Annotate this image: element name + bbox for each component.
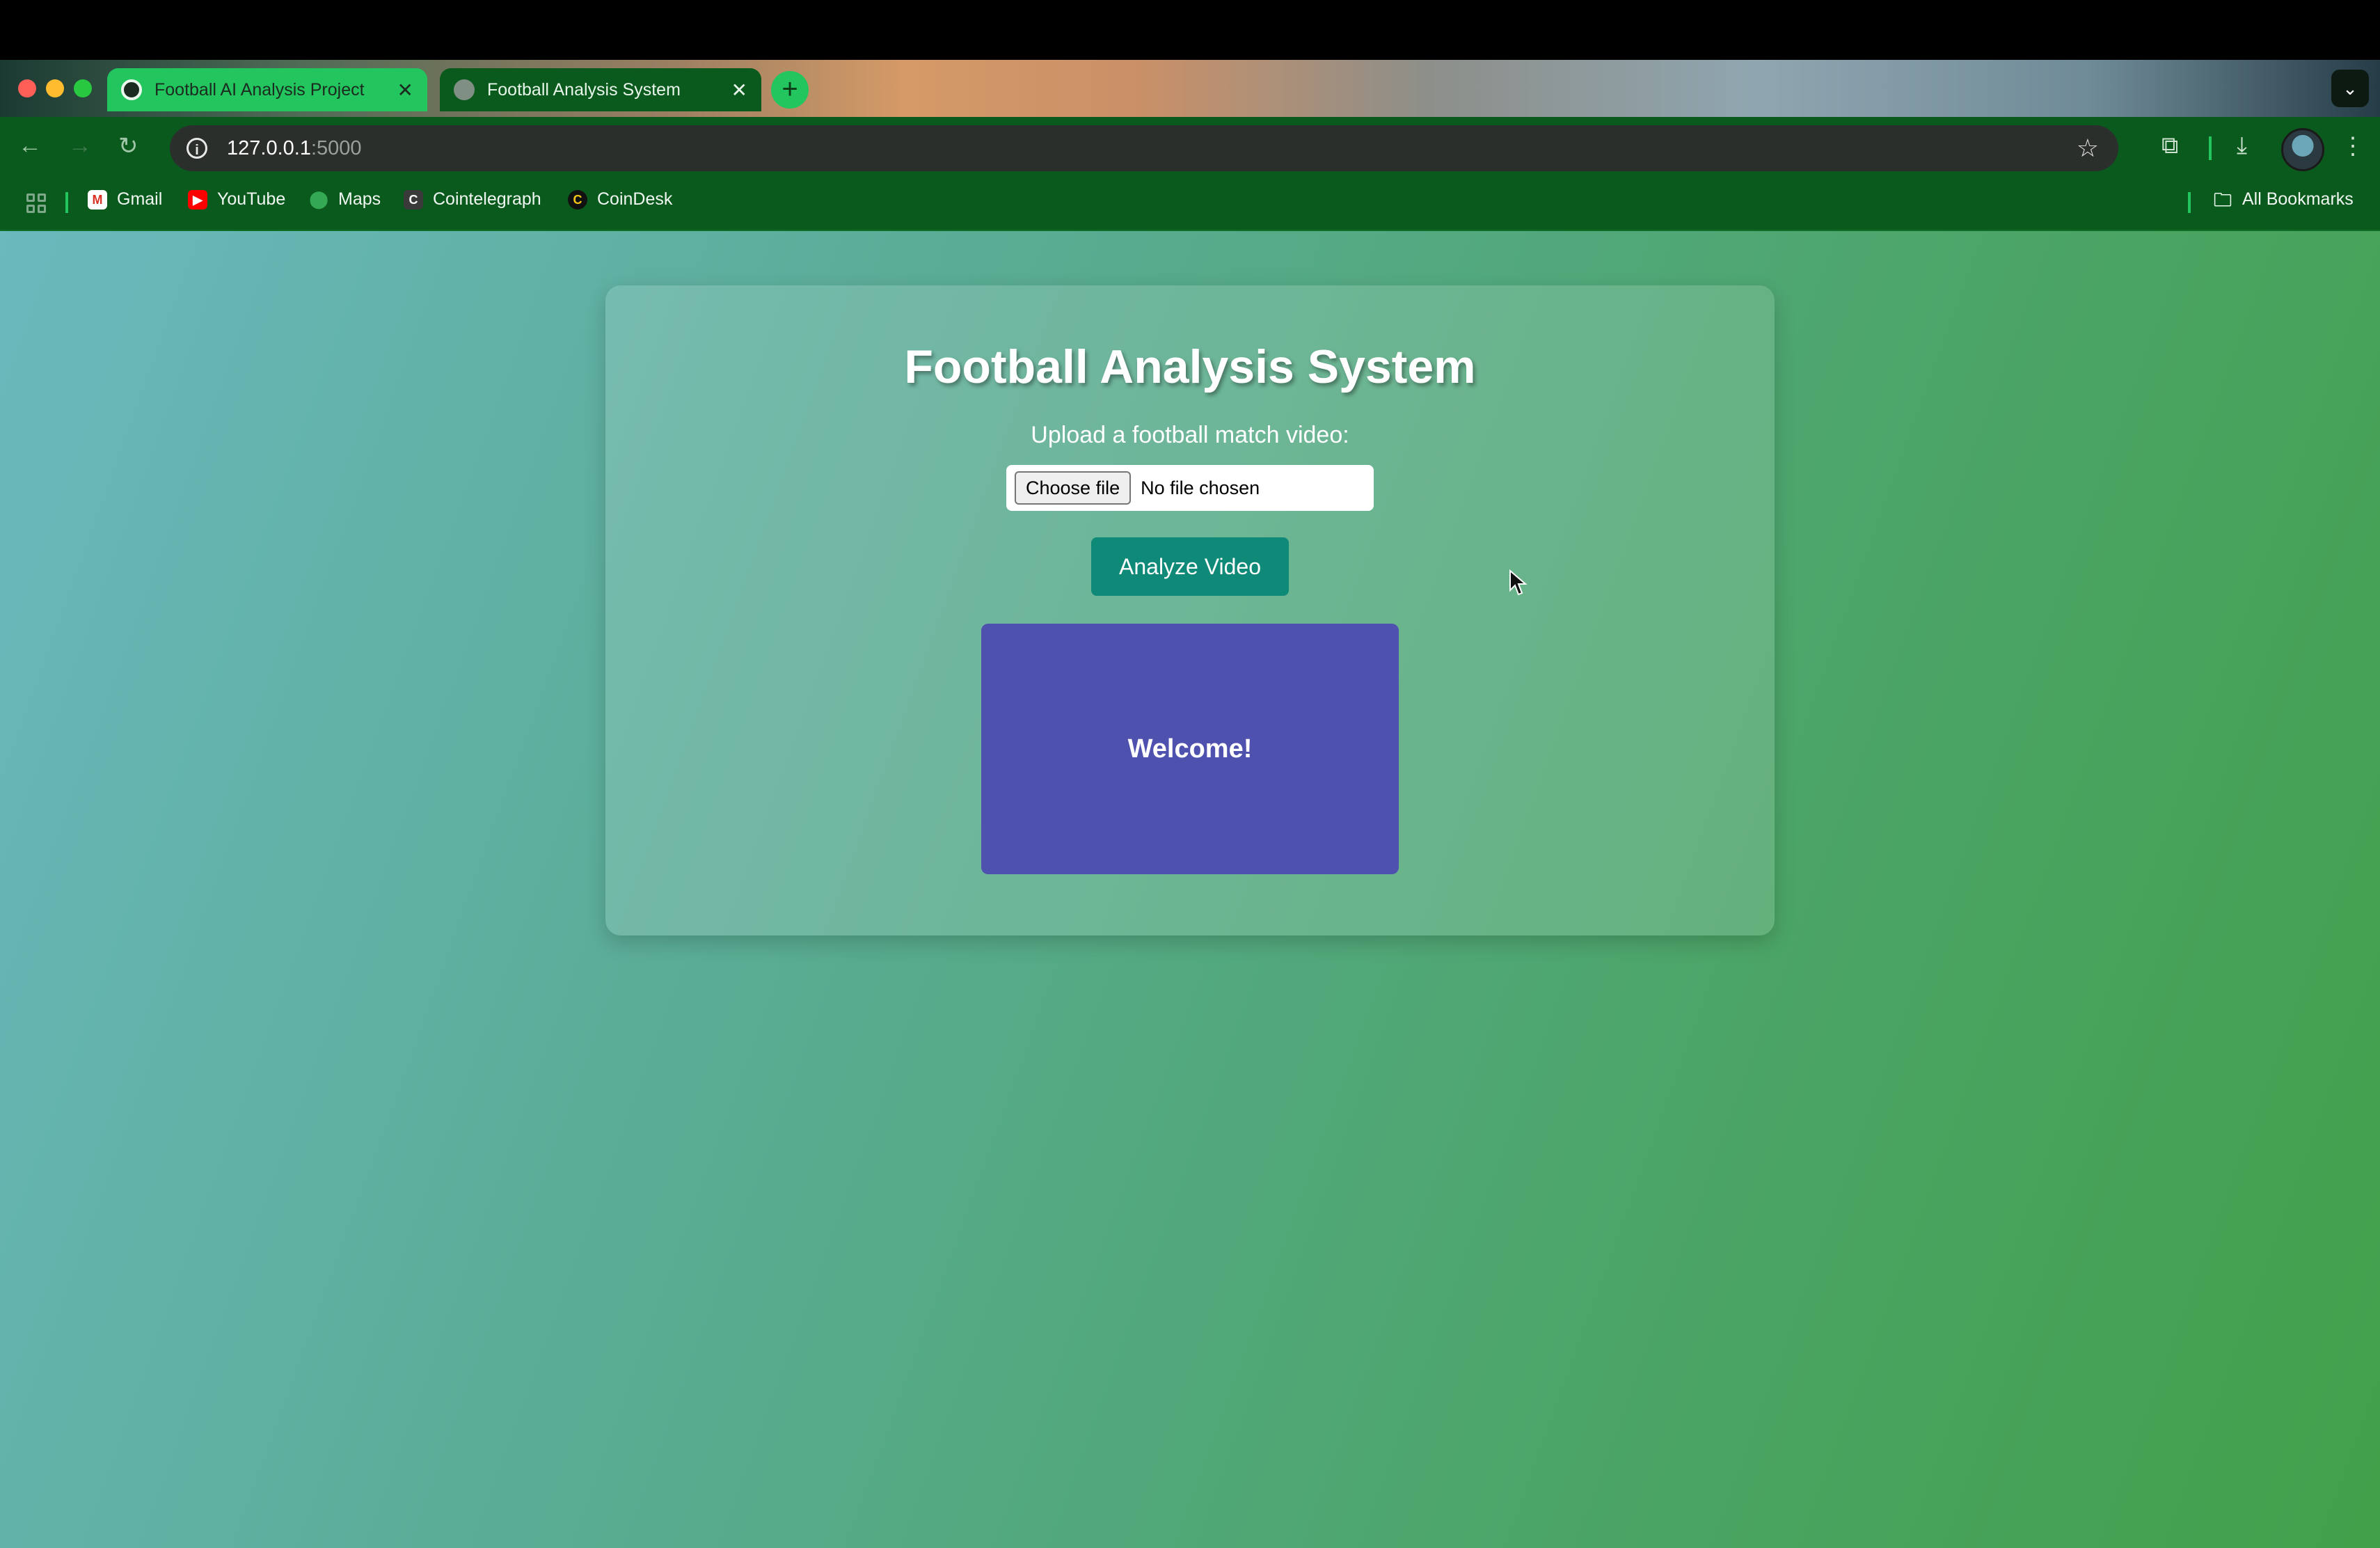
profile-avatar[interactable] bbox=[2281, 128, 2324, 171]
file-status-text: No file chosen bbox=[1141, 477, 1260, 498]
toolbar-divider bbox=[2209, 136, 2212, 160]
bookmark-youtube[interactable]: ▶ YouTube bbox=[188, 189, 285, 210]
upload-label: Upload a football match video: bbox=[1031, 422, 1349, 448]
bookmark-label: Cointelegraph bbox=[433, 189, 541, 209]
cointelegraph-icon: C bbox=[404, 189, 423, 210]
tab-title: Football AI Analysis Project bbox=[154, 79, 365, 100]
welcome-text: Welcome! bbox=[1127, 734, 1253, 764]
url-host: 127.0.0.1 bbox=[227, 136, 311, 159]
bookmark-label: YouTube bbox=[217, 189, 286, 209]
menu-bar-area bbox=[0, 0, 2380, 60]
download-icon[interactable]: ⤓ bbox=[2237, 132, 2247, 159]
welcome-panel: Welcome! bbox=[981, 624, 1399, 874]
all-bookmarks-label: All Bookmarks bbox=[2242, 189, 2354, 209]
reload-icon[interactable]: ↻ bbox=[118, 132, 138, 160]
bookmark-maps[interactable]: ⬤ Maps bbox=[309, 189, 381, 210]
bookmark-cointelegraph[interactable]: C Cointelegraph bbox=[404, 189, 541, 210]
url-port: :5000 bbox=[310, 136, 362, 159]
globe-icon bbox=[454, 79, 475, 100]
coindesk-icon: C bbox=[568, 189, 587, 210]
mouse-cursor-icon bbox=[1509, 569, 1528, 596]
apps-grid-icon[interactable] bbox=[26, 194, 46, 213]
site-info-icon[interactable]: i bbox=[187, 138, 207, 159]
bookmark-label: Gmail bbox=[117, 189, 163, 209]
bookmark-coindesk[interactable]: C CoinDesk bbox=[568, 189, 672, 210]
new-tab-button[interactable]: + bbox=[771, 71, 809, 109]
bookmark-gmail[interactable]: M Gmail bbox=[88, 189, 162, 210]
tab-title: Football Analysis System bbox=[487, 79, 681, 100]
bookmark-label: Maps bbox=[338, 189, 381, 209]
more-menu-icon[interactable]: ⋮ bbox=[2341, 132, 2365, 160]
bookmarks-divider bbox=[65, 192, 68, 213]
tab-football-ai-analysis-project[interactable]: Football AI Analysis Project ✕ bbox=[107, 68, 427, 111]
maximize-window-button[interactable] bbox=[74, 79, 92, 97]
choose-file-button[interactable]: Choose file bbox=[1015, 471, 1132, 505]
tab-football-analysis-system[interactable]: Football Analysis System ✕ bbox=[440, 68, 761, 111]
youtube-icon: ▶ bbox=[188, 189, 207, 210]
tab-search-button[interactable]: ⌄ bbox=[2331, 70, 2369, 107]
forward-arrow-icon[interactable]: → bbox=[68, 132, 92, 159]
folder-icon: 🗀 bbox=[2213, 189, 2232, 210]
bookmarks-divider bbox=[2188, 192, 2191, 213]
address-bar[interactable]: i 127.0.0.1 :5000 ☆ bbox=[170, 125, 2118, 171]
video-file-input[interactable]: Choose file No file chosen bbox=[1006, 465, 1374, 511]
gmail-icon: M bbox=[88, 189, 107, 210]
close-icon[interactable]: ✕ bbox=[731, 79, 747, 102]
bookmark-label: CoinDesk bbox=[597, 189, 673, 209]
close-icon[interactable]: ✕ bbox=[397, 79, 413, 102]
minimize-window-button[interactable] bbox=[46, 79, 64, 97]
analyze-video-button[interactable]: Analyze Video bbox=[1091, 537, 1289, 596]
close-window-button[interactable] bbox=[18, 79, 36, 97]
all-bookmarks-button[interactable]: 🗀 All Bookmarks bbox=[2213, 189, 2354, 210]
openai-icon bbox=[121, 79, 142, 100]
back-arrow-icon[interactable]: ← bbox=[18, 132, 42, 159]
page-title: Football Analysis System bbox=[904, 340, 1476, 393]
bookmark-star-icon[interactable]: ☆ bbox=[2077, 134, 2099, 163]
maps-icon: ⬤ bbox=[309, 189, 328, 209]
extensions-icon[interactable]: ⧉ bbox=[2161, 132, 2178, 159]
